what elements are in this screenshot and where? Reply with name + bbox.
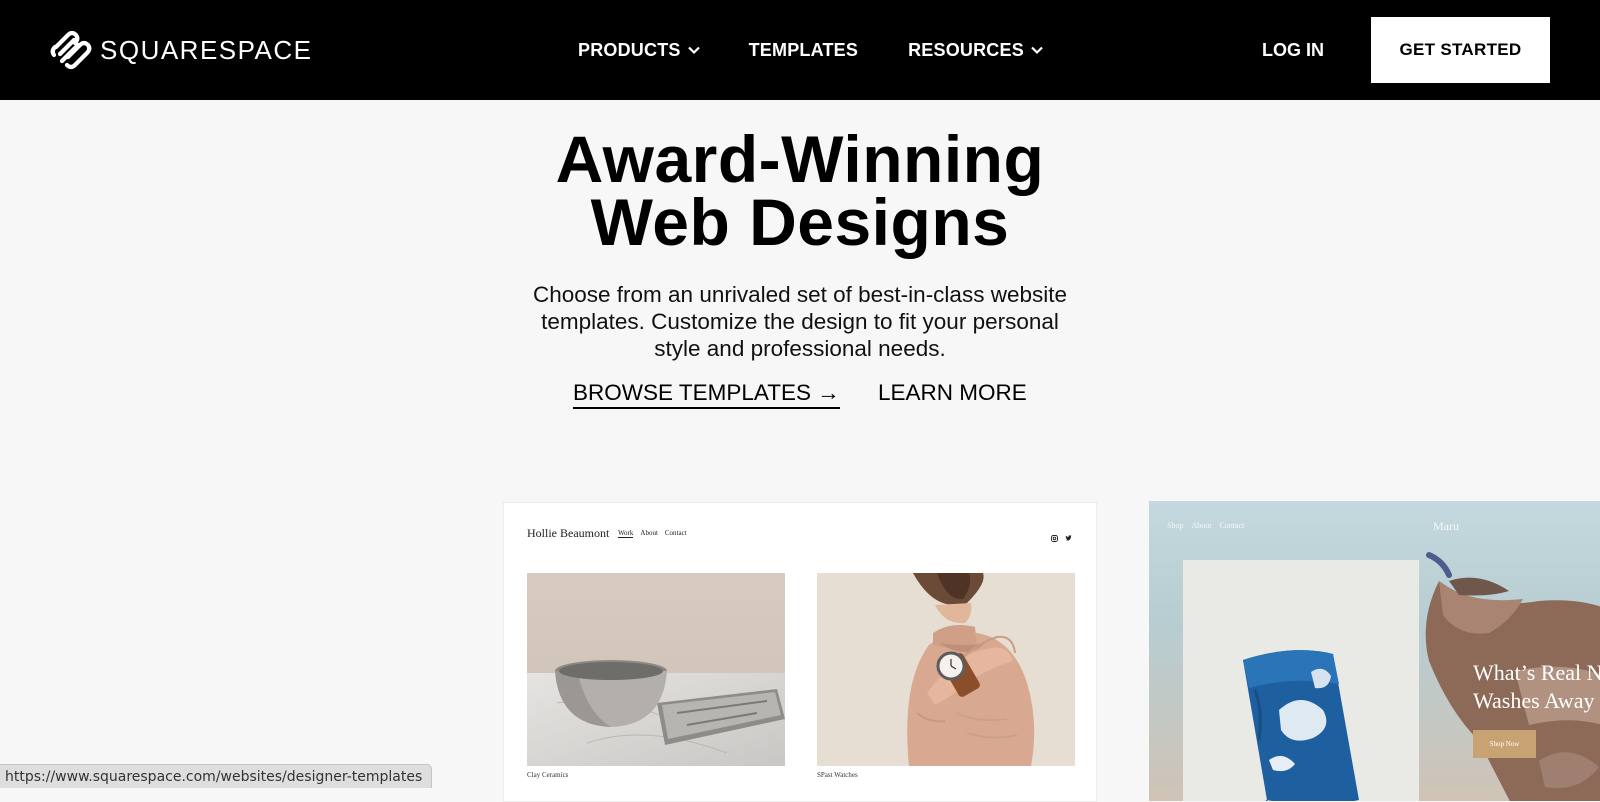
hero-subtitle: Choose from an unrivaled set of best-in-… bbox=[500, 281, 1100, 362]
template-menu-item: Contact bbox=[664, 529, 687, 537]
nav-resources[interactable]: RESOURCES bbox=[908, 40, 1044, 61]
template-caption: Clay Ceramics bbox=[527, 771, 569, 779]
chevron-down-icon bbox=[1031, 46, 1043, 55]
browse-templates-link[interactable]: BROWSE TEMPLATES → bbox=[573, 380, 840, 409]
template-caption: SPast Watches bbox=[817, 771, 858, 779]
primary-nav: PRODUCTS TEMPLATES RESOURCES bbox=[578, 0, 1044, 100]
template-card-maru[interactable]: Shop About Contact Maru What’s Real N Wa… bbox=[1149, 501, 1600, 801]
squarespace-logo-icon bbox=[50, 30, 92, 70]
subtitle-line-2: templates. Customize the design to fit y… bbox=[541, 309, 1059, 334]
subtitle-line-1: Choose from an unrivaled set of best-in-… bbox=[532, 282, 1067, 307]
page-title: Award-Winning Web Designs bbox=[400, 122, 1200, 259]
template-social bbox=[1051, 529, 1072, 542]
subtitle-line-3: style and professional needs. bbox=[654, 336, 946, 361]
template-headline-line-2: Washes Away bbox=[1473, 688, 1595, 713]
logo-text: SQUARESPACE bbox=[100, 35, 313, 65]
squarespace-logo[interactable]: SQUARESPACE bbox=[48, 30, 313, 70]
nav-templates-label: TEMPLATES bbox=[748, 39, 859, 60]
twitter-icon bbox=[1065, 529, 1072, 541]
nav-products[interactable]: PRODUCTS bbox=[578, 40, 701, 61]
title-line-2: Web Designs bbox=[590, 185, 1010, 259]
template-menu-item: About bbox=[640, 529, 658, 537]
nav-products-label: PRODUCTS bbox=[578, 39, 681, 60]
template-menu-item: About bbox=[1191, 521, 1212, 530]
template-headline: What’s Real N Washes Away bbox=[1473, 659, 1600, 715]
browser-status-url: https://www.squarespace.com/websites/des… bbox=[0, 764, 433, 788]
get-started-button[interactable]: GET STARTED bbox=[1371, 17, 1550, 83]
title-line-1: Award-Winning bbox=[555, 122, 1045, 196]
login-link[interactable]: LOG IN bbox=[1262, 0, 1324, 100]
template-menu-item: Shop bbox=[1167, 521, 1184, 530]
template-menu: Work About Contact bbox=[618, 529, 687, 538]
template-menu-item: Work bbox=[618, 529, 634, 538]
chevron-down-icon bbox=[687, 46, 700, 55]
template-brand: Maru bbox=[1433, 519, 1459, 533]
nav-resources-label: RESOURCES bbox=[908, 39, 1024, 60]
instagram-icon bbox=[1051, 529, 1058, 542]
learn-more-link[interactable]: LEARN MORE bbox=[878, 380, 1027, 406]
template-card-hollie-beaumont[interactable]: Hollie Beaumont Work About Contact Clay … bbox=[503, 502, 1097, 802]
nav-templates[interactable]: TEMPLATES bbox=[749, 40, 858, 61]
top-nav: SQUARESPACE PRODUCTS TEMPLATES RESOURCES… bbox=[0, 0, 1600, 100]
template-menu: Shop About Contact bbox=[1167, 521, 1244, 530]
template-image-watch bbox=[817, 573, 1075, 766]
shop-now-button[interactable]: Shop Now bbox=[1473, 730, 1536, 758]
template-image-bowl bbox=[527, 573, 785, 766]
template-product-panel bbox=[1183, 560, 1419, 801]
template-menu-item: Contact bbox=[1219, 521, 1245, 530]
template-brand: Hollie Beaumont bbox=[527, 526, 610, 540]
template-headline-line-1: What’s Real N bbox=[1473, 660, 1600, 685]
